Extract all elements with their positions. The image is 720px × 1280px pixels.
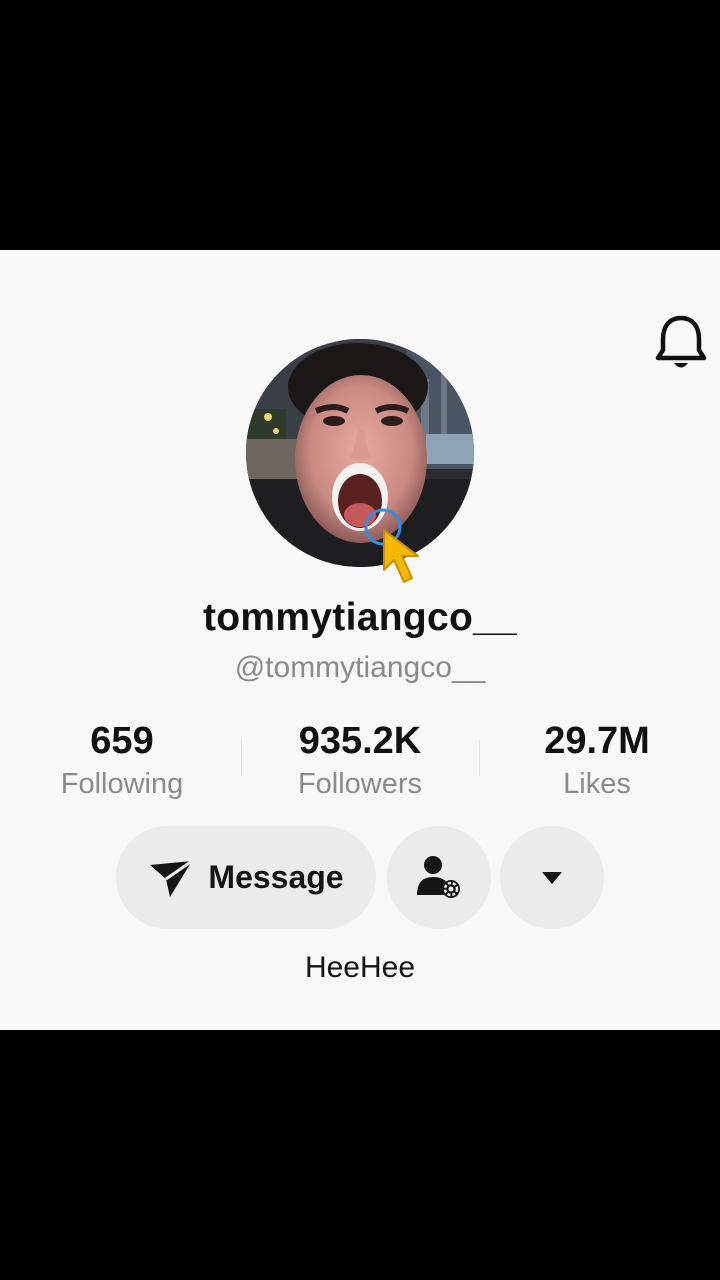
message-button[interactable]: Message <box>116 826 376 929</box>
notification-bell-button[interactable] <box>652 312 710 374</box>
profile-avatar[interactable] <box>246 339 474 567</box>
tap-cursor-icon <box>362 506 424 590</box>
stat-likes-value: 29.7M <box>544 720 650 762</box>
stat-likes[interactable]: 29.7M Likes <box>477 718 717 804</box>
message-button-label: Message <box>208 859 344 895</box>
stat-following-label: Following <box>60 768 184 800</box>
username-handle: @tommytiangco__ <box>234 651 486 684</box>
follow-settings-button[interactable] <box>387 826 491 929</box>
stat-following[interactable]: 659 Following <box>2 718 242 804</box>
avatar-photo <box>246 339 474 567</box>
stat-likes-label: Likes <box>563 768 631 800</box>
more-options-button[interactable] <box>500 826 604 929</box>
stat-followers-label: Followers <box>297 768 423 800</box>
stat-followers-value: 935.2K <box>298 720 422 762</box>
stat-following-value: 659 <box>90 720 154 762</box>
stat-followers[interactable]: 935.2K Followers <box>240 718 480 804</box>
letterbox-top <box>0 0 720 250</box>
paper-plane-icon <box>150 859 194 897</box>
letterbox-bottom <box>0 1030 720 1280</box>
display-name: tommytiangco__ <box>202 596 518 639</box>
bell-icon <box>655 315 707 368</box>
profile-bio: HeeHee <box>304 951 416 984</box>
user-settings-icon <box>417 855 460 898</box>
caret-down-icon <box>542 871 562 884</box>
